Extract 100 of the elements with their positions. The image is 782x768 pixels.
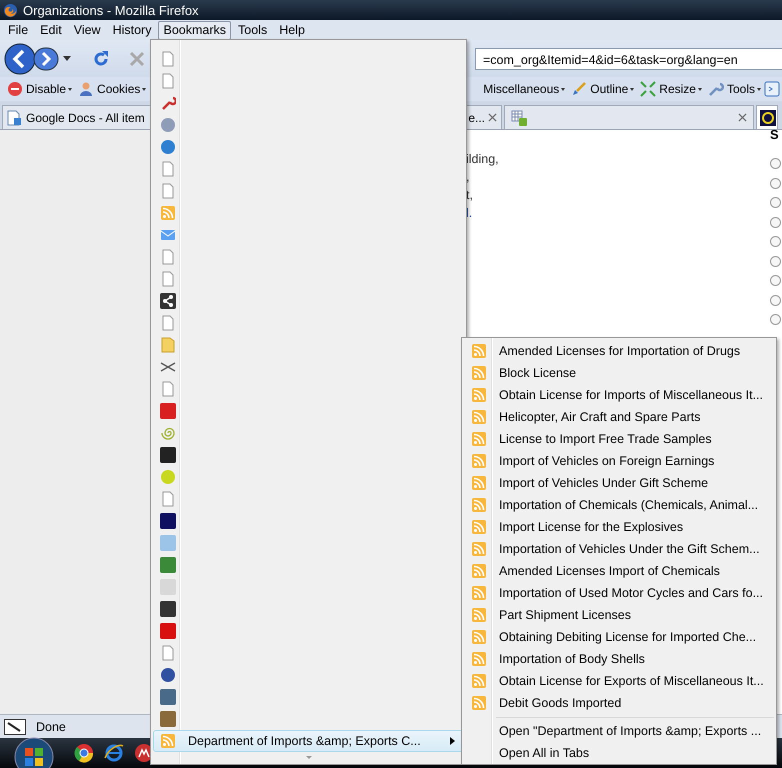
feed-icon	[471, 343, 487, 359]
page-icon	[160, 161, 176, 177]
page-icon	[160, 645, 176, 661]
logo-icon	[160, 557, 176, 573]
logo-icon	[160, 601, 176, 617]
tab[interactable]	[756, 105, 778, 129]
feed-icon	[471, 431, 487, 447]
back-forward-button[interactable]	[4, 42, 59, 74]
feed-item[interactable]: Import License for the Explosives	[464, 516, 774, 538]
page-icon	[160, 381, 176, 397]
feed-icon	[471, 651, 487, 667]
radio-button[interactable]	[770, 256, 781, 266]
feed-icon	[471, 453, 487, 469]
logo-icon	[160, 535, 176, 551]
toolbar-button[interactable]: Outline	[568, 78, 638, 100]
menu-item[interactable]: Help	[274, 20, 310, 40]
menu-item[interactable]: Open All in Tabs	[464, 742, 774, 764]
share-icon	[160, 293, 176, 309]
feed-item[interactable]: Amended Licenses Import of Chemicals	[464, 560, 774, 582]
scroll-down-icon[interactable]	[306, 756, 312, 759]
feed-item[interactable]: Helicopter, Air Craft and Spare Parts	[464, 406, 774, 428]
radio-button[interactable]	[770, 294, 781, 306]
resize-icon	[640, 81, 656, 97]
feed-icon	[471, 585, 487, 601]
feed-item[interactable]: Importation of Body Shells	[464, 648, 774, 670]
person-icon	[78, 81, 94, 97]
feed-item[interactable]: Block License	[464, 362, 774, 384]
feed-icon	[471, 607, 487, 623]
feed-item[interactable]: Obtain License for Exports of Miscellaneous It...	[464, 670, 774, 692]
close-icon[interactable]	[488, 113, 497, 122]
logo-icon	[160, 403, 176, 419]
radio-button[interactable]	[770, 275, 781, 286]
feed-item[interactable]: Importation of Chemicals (Chemicals, Animal...	[464, 494, 774, 516]
feed-icon	[471, 629, 487, 645]
feed-icon	[471, 497, 487, 513]
feed-icon	[471, 409, 487, 425]
feed-item[interactable]: Part Shipment Licenses	[464, 604, 774, 626]
page-icon	[160, 315, 176, 331]
back-icon	[4, 42, 36, 74]
logo-icon	[160, 447, 176, 463]
feed-item[interactable]: Debit Goods Imported	[464, 692, 774, 714]
menu-item[interactable]: Open "Department of Imports &amp; Exports ...	[464, 720, 774, 742]
feed-icon	[471, 673, 487, 689]
forward-icon	[33, 46, 59, 70]
toolbar-button[interactable]: Tools	[704, 78, 764, 100]
page-icon	[160, 51, 176, 67]
toolbar-button[interactable]: Miscellaneous	[480, 78, 568, 100]
logo-icon	[160, 623, 176, 639]
browser-icon[interactable]	[74, 743, 94, 763]
address-field[interactable]: =com_org&Itemid=4&id=6&task=org&lang=en	[475, 48, 782, 70]
feed-item[interactable]: Import of Vehicles on Foreign Earnings	[464, 450, 774, 472]
feed-item[interactable]: Amended Licenses for Importation of Drugs	[464, 340, 774, 362]
logo-icon	[160, 579, 176, 595]
menu-item[interactable]: History	[108, 20, 156, 40]
page-icon	[160, 249, 176, 265]
page-icon	[160, 73, 176, 89]
bookmark-item[interactable]: Department of Imports &amp; Exports C...	[153, 730, 464, 752]
feed-icon	[471, 541, 487, 557]
feed-item[interactable]: Importation of Vehicles Under the Gift Schem...	[464, 538, 774, 560]
circle-icon	[160, 667, 176, 683]
wrench-icon	[708, 81, 724, 97]
feed-item[interactable]: Obtain License for Imports of Miscellaneous It...	[464, 384, 774, 406]
logo-icon	[160, 711, 176, 727]
radio-button[interactable]	[770, 178, 781, 188]
circle-icon	[160, 469, 176, 485]
wrench-icon	[160, 95, 176, 111]
close-icon[interactable]	[738, 113, 747, 122]
radio-button[interactable]	[770, 236, 781, 247]
feed-icon	[160, 205, 176, 221]
toolbar-button[interactable]: Resize	[637, 78, 705, 100]
feed-item[interactable]: Import of Vehicles Under Gift Scheme	[464, 472, 774, 494]
logo-icon	[160, 513, 176, 529]
page-icon	[160, 491, 176, 507]
radio-button[interactable]	[770, 158, 781, 169]
page-icon	[160, 183, 176, 199]
menu-item[interactable]: Edit	[35, 20, 67, 40]
text-line: l.	[466, 206, 474, 222]
spiral-icon	[160, 425, 176, 441]
feed-item[interactable]: License to Import Free Trade Samples	[464, 428, 774, 450]
text-line: ilding,	[466, 152, 500, 168]
feed-icon	[471, 519, 487, 535]
menu-item[interactable]: View	[68, 20, 106, 40]
toolbar-button[interactable]: Disable	[4, 78, 76, 100]
start-button[interactable]	[14, 737, 54, 768]
radio-button[interactable]	[770, 314, 781, 325]
spreadsheet-icon	[511, 110, 527, 126]
menu-item[interactable]: Bookmarks	[158, 20, 232, 40]
feed-item[interactable]: Obtaining Debiting License for Imported Che...	[464, 626, 774, 648]
radio-button[interactable]	[770, 197, 781, 208]
feed-icon	[471, 475, 487, 491]
dropdown-arrow-icon[interactable]	[63, 56, 71, 61]
feed-item[interactable]: Importation of Used Motor Cycles and Cars fo...	[464, 582, 774, 604]
firefox-icon	[3, 2, 18, 18]
browser-icon[interactable]	[104, 743, 124, 763]
circle-icon	[160, 139, 176, 155]
radio-button[interactable]	[770, 216, 781, 228]
toolbar-button[interactable]: Cookies	[75, 78, 150, 100]
menu-item[interactable]: File	[3, 20, 34, 40]
menu-item[interactable]: Tools	[233, 20, 272, 40]
window-icon[interactable]	[764, 81, 780, 97]
